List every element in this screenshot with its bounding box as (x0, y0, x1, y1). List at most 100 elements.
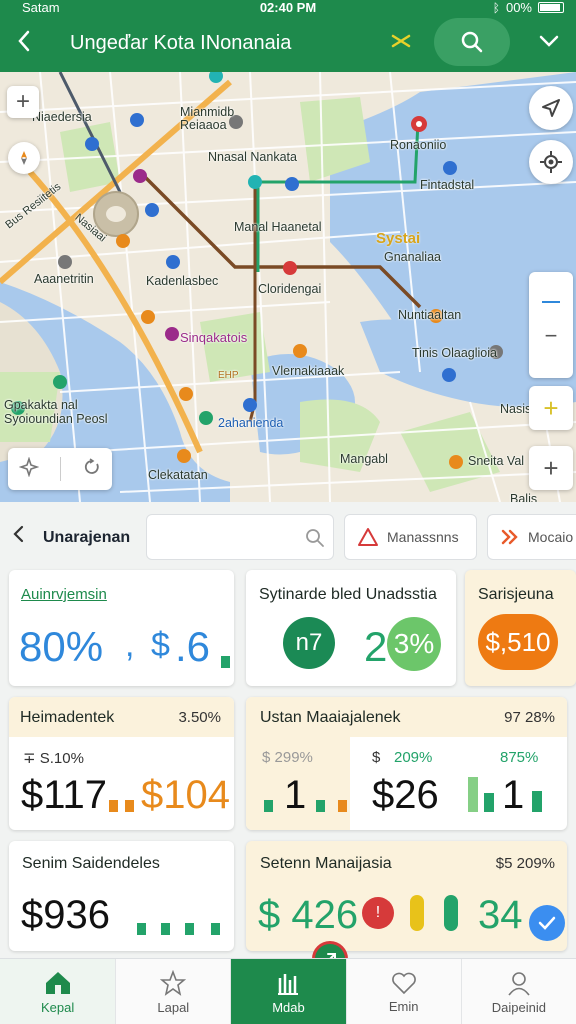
zoom-in-button[interactable]: + (7, 86, 39, 118)
add-layer-button[interactable]: + (529, 386, 573, 430)
card-value-c: 1 (502, 773, 525, 817)
card-percent: $5 209% (495, 855, 555, 872)
compass-button[interactable] (8, 142, 40, 174)
search-button[interactable] (434, 18, 510, 66)
card-subvalue-b: 209% (394, 749, 433, 766)
nav-item-map[interactable]: Mdab (230, 959, 346, 1024)
pin-icon[interactable] (390, 32, 412, 55)
card-title: Auinrvjemsin (21, 586, 107, 603)
mini-bar (468, 777, 478, 812)
card-subvalue: ∓ S.10% (23, 750, 84, 767)
card-title: Senim Saidendeles (22, 855, 160, 872)
stat-card-7[interactable]: Setenn Manaijasia $5 209% $ 426 ! 34 (246, 841, 567, 951)
map-label: Niaedersia (32, 110, 92, 124)
mini-bar (221, 656, 230, 668)
alert-icon: ! (362, 897, 394, 929)
mini-bar (125, 800, 134, 812)
nav-label: Mdab (272, 999, 305, 1015)
zoom-handle-icon[interactable] (542, 301, 560, 303)
card-value-percent: 80% (19, 623, 104, 670)
stat-card-4[interactable]: Heimadentek 3.50% ∓ S.10% $117 $104 (9, 697, 234, 830)
card-value-separator: , (125, 626, 135, 664)
chevron-left-icon (18, 30, 30, 52)
nav-label: Emin (388, 998, 419, 1014)
chevron-down-icon (539, 35, 559, 47)
map-label: Kadenlasbec (146, 274, 219, 288)
stat-card-5[interactable]: Ustan Maaiajalenek 97 28% $ 299% $ 209% … (246, 697, 567, 830)
navigate-button[interactable] (529, 86, 573, 130)
search-icon (461, 31, 483, 53)
search-icon (306, 529, 324, 547)
card-value-primary: $117 (21, 773, 108, 817)
nav-item-saved[interactable]: Emin (345, 959, 461, 1024)
check-button[interactable] (529, 905, 565, 941)
mini-bar (532, 791, 542, 812)
back-button[interactable] (12, 26, 36, 56)
stat-card-3[interactable]: Sarisjeuna $,510 (465, 570, 576, 686)
percent-value: 3% (393, 628, 435, 659)
card-value-b: 34 (478, 893, 523, 937)
my-location-button[interactable] (529, 140, 573, 184)
app-bar: Satam 02:40 PM ᛒ 00% Ungeďar Kota INonan… (0, 0, 576, 72)
mini-bar (137, 923, 146, 935)
chip-label: Manassnns (387, 529, 459, 545)
card-value-b: $26 (372, 773, 439, 817)
stat-card-1[interactable]: Auinrvjemsin 80% , $ .6 (9, 570, 234, 686)
minus-icon[interactable]: − (545, 323, 558, 349)
badge-value: n7 (295, 629, 323, 656)
plus-icon: + (543, 392, 559, 423)
navigation-arrow-icon (542, 99, 560, 117)
filter-search-input[interactable] (157, 525, 297, 549)
plus-icon: + (15, 88, 30, 115)
nav-item-profile[interactable]: Daipeinid (460, 959, 576, 1024)
checkmark-icon (538, 916, 556, 930)
zoom-plus-button[interactable]: + (529, 446, 573, 490)
bars-icon (278, 973, 299, 995)
filter-chip-warning[interactable]: Manassnns (344, 514, 477, 560)
mini-bar (338, 800, 347, 812)
double-chevron-right-icon (501, 529, 518, 545)
mini-bar (185, 923, 194, 935)
filter-search-field[interactable] (146, 514, 334, 560)
filter-chip-more[interactable]: Mocaio (487, 514, 576, 560)
mini-bar (264, 800, 273, 812)
card-value-currency: $ (151, 626, 170, 664)
nav-label: Daipeinid (491, 999, 546, 1015)
mini-bar (211, 923, 220, 935)
map-label: Tinis Olaaglioia (412, 346, 497, 360)
page-title: Ungeďar Kota INonanaia (70, 32, 292, 54)
map-label: Sneita Val (468, 454, 525, 468)
map-view[interactable]: Niaedersia Mianmidb Reiaaoa Nnasal Nanka… (0, 72, 576, 502)
stat-card-6[interactable]: Senim Saidendeles $936 (9, 841, 234, 951)
refresh-icon[interactable] (82, 457, 102, 482)
divider (59, 457, 61, 481)
chevron-down-button[interactable] (536, 28, 562, 54)
zoom-slider[interactable]: − (529, 272, 573, 378)
chip-label: Mocaio (528, 529, 574, 545)
map-label: Fintadstal (420, 178, 475, 192)
nav-item-favorites[interactable]: Lapal (115, 959, 230, 1024)
nav-label: Lapal (157, 999, 190, 1015)
filter-back-button[interactable] (12, 524, 26, 550)
map-label: 2ahanienda (218, 416, 284, 430)
nav-label: Kepal (40, 999, 75, 1015)
user-icon (508, 971, 530, 996)
clock: 02:40 PM (259, 0, 317, 15)
stat-card-2[interactable]: Sytinarde bled Unadsstia n7 2 3% (246, 570, 456, 686)
chevron-left-icon (13, 525, 24, 543)
nav-item-home[interactable]: Kepal (0, 959, 116, 1024)
location-target-icon (540, 151, 562, 173)
card-value: 2 (364, 623, 388, 670)
card-title: Ustan Maaiajalenek (260, 709, 401, 726)
map-label: Aaanetritin (34, 272, 94, 286)
card-title: Heimadentek (20, 709, 115, 726)
map-label: Gnanaliaa (384, 250, 441, 264)
map-label: Gpakakta nal Syoioundian Peosl (4, 398, 108, 426)
card-value: $,510 (485, 626, 551, 657)
map-label: Mangabl (340, 452, 388, 466)
status-bar: Satam 02:40 PM ᛒ 00% (0, 0, 576, 16)
layers-icon[interactable] (17, 455, 40, 482)
map-label: Nnasal Nankata (208, 150, 297, 164)
card-title: Sarisjeuna (478, 586, 554, 603)
card-title: Setenn Manaijasia (260, 855, 392, 872)
